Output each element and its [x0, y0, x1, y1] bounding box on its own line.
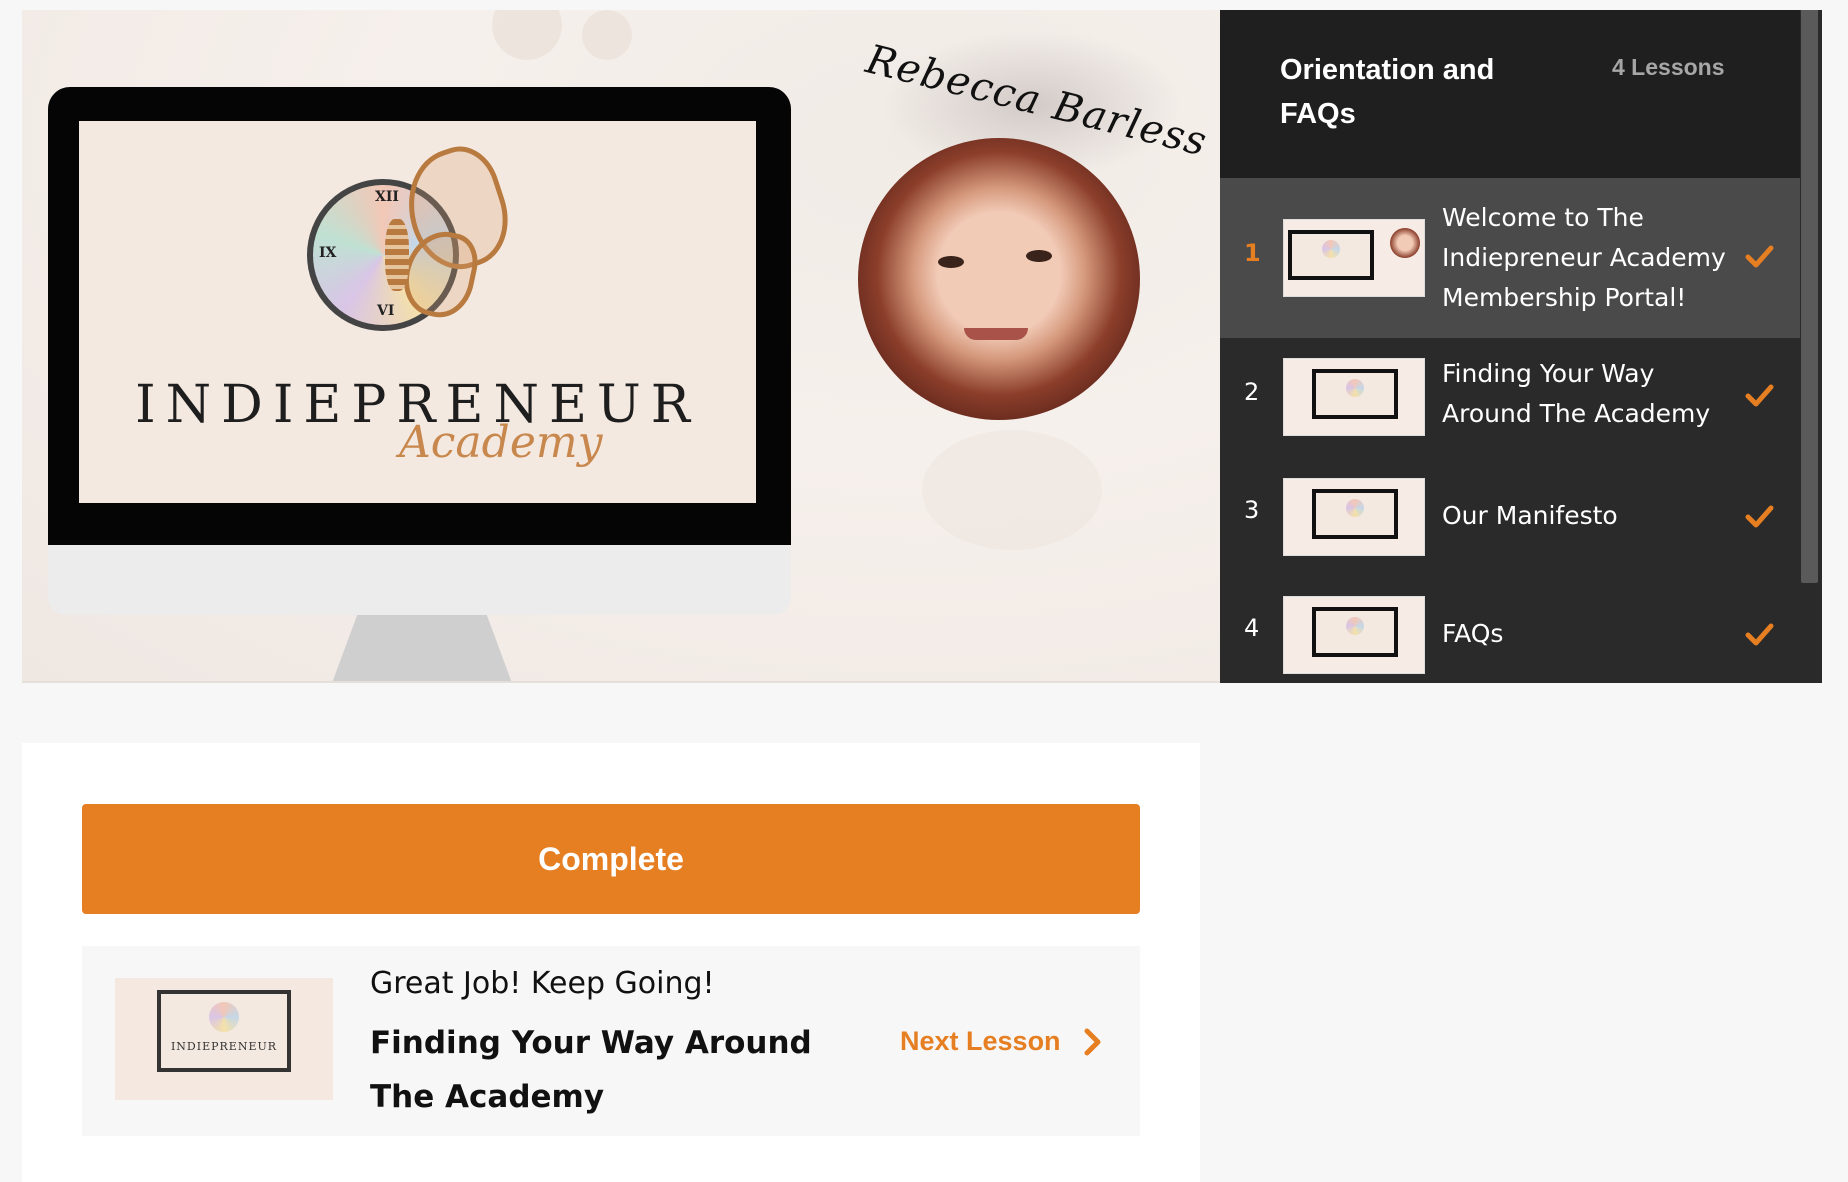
thumb-monitor	[1312, 489, 1398, 539]
thumb-monitor	[1288, 230, 1374, 280]
next-lesson-link[interactable]: Next Lesson	[900, 1026, 1103, 1057]
next-lesson-label: Next Lesson	[900, 1026, 1061, 1056]
decor-blob	[922, 430, 1102, 550]
monitor-illustration: XII IX VI INDIEPRENEUR Academy	[48, 87, 791, 545]
playlist-header: Orientation and FAQs 4 Lessons	[1220, 10, 1800, 178]
portrait-mouth	[964, 328, 1028, 340]
check-icon	[1745, 505, 1774, 528]
lesson-item-2[interactable]: 2 Finding Your Way Around The Academy	[1220, 338, 1800, 458]
lesson-count: 4 Lessons	[1612, 54, 1725, 80]
next-lesson-title[interactable]: Finding Your Way Around The Academy	[370, 1016, 870, 1124]
decor-blob	[582, 10, 632, 60]
lesson-number: 4	[1244, 614, 1260, 642]
complete-button[interactable]: Complete	[82, 804, 1140, 914]
lesson-thumbnail	[1283, 478, 1425, 556]
lesson-title: Welcome to The Indiepreneur Academy Memb…	[1442, 203, 1726, 312]
playlist-title: Orientation and FAQs	[1280, 54, 1495, 130]
lesson-number: 1	[1244, 239, 1261, 267]
lesson-title: FAQs	[1442, 619, 1504, 648]
bee-icon	[385, 219, 409, 291]
check-icon	[1745, 623, 1774, 646]
monitor-screen: XII IX VI INDIEPRENEUR Academy	[79, 121, 756, 503]
check-icon	[1745, 384, 1774, 407]
lesson-number: 3	[1244, 496, 1260, 524]
next-lesson-thumbnail[interactable]: INDIEPRENEUR	[115, 978, 333, 1100]
thumb-portrait	[1390, 228, 1420, 258]
brand-script: Academy	[399, 417, 603, 468]
playlist-scrollbar-thumb[interactable]	[1801, 10, 1818, 583]
decor-blob	[492, 10, 562, 60]
lesson-playlist: Orientation and FAQs 4 Lessons 1 Welcome…	[1220, 10, 1822, 683]
chevron-right-icon	[1084, 1028, 1101, 1055]
portrait-eye	[938, 256, 964, 268]
encouragement-text: Great Job! Keep Going!	[370, 966, 715, 1001]
lesson-item-4[interactable]: 4 FAQs	[1220, 576, 1800, 683]
check-icon	[1745, 245, 1774, 268]
lesson-video-player[interactable]: XII IX VI INDIEPRENEUR Academy Rebecca B…	[22, 10, 1220, 683]
instructor-portrait	[858, 138, 1140, 420]
thumb-monitor: INDIEPRENEUR	[157, 990, 291, 1072]
lesson-thumbnail	[1283, 358, 1425, 436]
lesson-thumbnail	[1283, 596, 1425, 674]
thumb-monitor	[1312, 369, 1398, 419]
lesson-content-card: Complete INDIEPRENEUR Great Job! Keep Go…	[22, 743, 1200, 1182]
lesson-item-1[interactable]: 1 Welcome to The Indiepreneur Academy Me…	[1220, 178, 1800, 338]
monitor-chin	[48, 545, 791, 615]
lesson-title: Our Manifesto	[1442, 501, 1618, 530]
lesson-thumbnail	[1283, 219, 1425, 297]
portrait-eye	[1026, 250, 1052, 262]
monitor-stand	[332, 615, 512, 681]
lesson-item-3[interactable]: 3 Our Manifesto	[1220, 458, 1800, 576]
thumb-monitor	[1312, 607, 1398, 657]
thumb-wordmark: INDIEPRENEUR	[170, 1040, 278, 1053]
lesson-title: Finding Your Way Around The Academy	[1442, 359, 1711, 428]
next-lesson-panel: INDIEPRENEUR Great Job! Keep Going! Find…	[82, 946, 1140, 1136]
lesson-number: 2	[1244, 378, 1260, 406]
